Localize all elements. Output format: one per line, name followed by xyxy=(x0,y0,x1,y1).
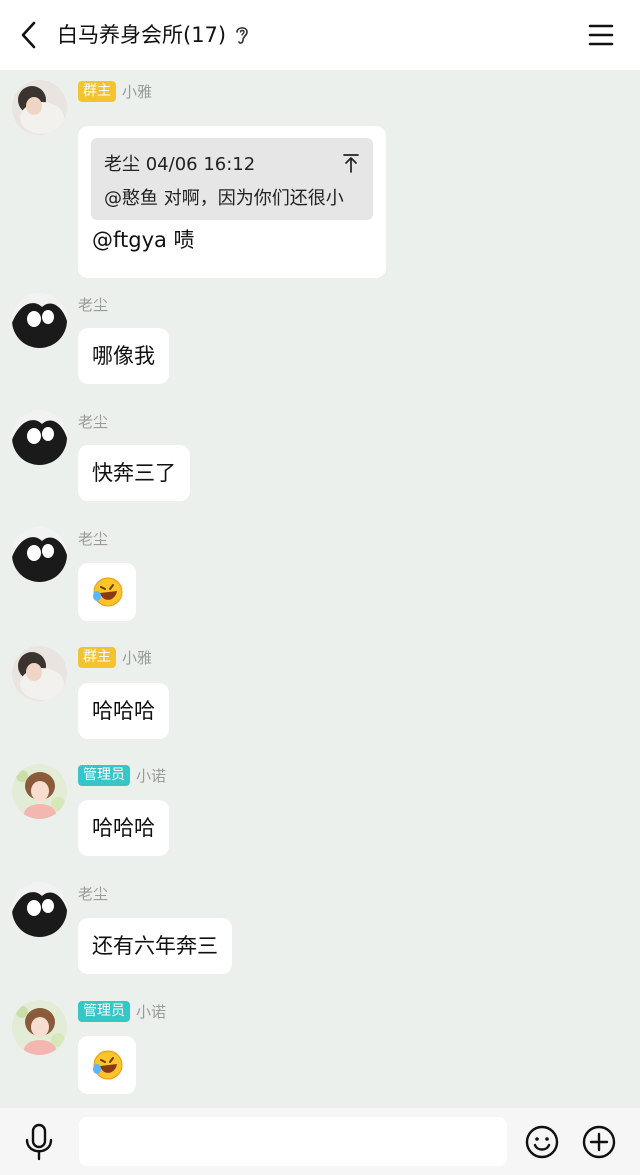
quote-text: @憨鱼 对啊，因为你们还很小 xyxy=(104,188,344,209)
message-bubble[interactable]: 快奔三了 xyxy=(78,445,190,501)
message-meta: 管理员 小诺 xyxy=(78,764,166,786)
input-bar xyxy=(0,1108,640,1175)
message-meta: 老尘 xyxy=(78,882,108,904)
message-text: 哈哈哈 xyxy=(92,699,155,723)
chat-message: 老尘 还有六年奔三 xyxy=(0,882,640,974)
message-text: @ftgya 啧 xyxy=(92,228,195,252)
sender-name[interactable]: 小雅 xyxy=(122,647,152,668)
sender-name[interactable]: 老尘 xyxy=(78,411,108,432)
menu-icon[interactable] xyxy=(586,20,616,50)
message-bubble[interactable] xyxy=(78,1036,136,1094)
mic-icon[interactable] xyxy=(22,1123,56,1161)
quote-header: 老尘 04/06 16:12 xyxy=(104,154,256,175)
avatar-xiaonuo[interactable] xyxy=(12,1000,67,1055)
avatar-xiaoya[interactable] xyxy=(12,646,67,701)
plus-icon[interactable] xyxy=(582,1125,616,1159)
message-bubble[interactable]: 老尘 04/06 16:12 @憨鱼 对啊，因为你们还很小 @ftgya 啧 xyxy=(78,126,386,278)
message-meta: 管理员 小诺 xyxy=(78,1000,166,1022)
message-text: 哈哈哈 xyxy=(92,816,155,840)
sender-name[interactable]: 老尘 xyxy=(78,883,108,904)
message-meta: 群主 小雅 xyxy=(78,80,152,102)
avatar-laochen[interactable] xyxy=(12,882,67,937)
owner-badge: 群主 xyxy=(78,646,116,668)
message-meta: 群主 小雅 xyxy=(78,646,152,668)
laughing-tears-emoji xyxy=(93,1050,123,1080)
chat-message: 老尘 哪像我 xyxy=(0,293,640,385)
message-meta: 老尘 xyxy=(78,410,108,432)
chat-message: 群主 小雅 老尘 04/06 16:12 @憨鱼 对啊，因为你们还很小 @ftg… xyxy=(0,80,640,280)
message-meta: 老尘 xyxy=(78,293,108,315)
sender-name[interactable]: 小雅 xyxy=(122,81,152,102)
admin-badge: 管理员 xyxy=(78,1000,130,1022)
message-bubble[interactable]: 哈哈哈 xyxy=(78,800,169,856)
emoji-icon[interactable] xyxy=(525,1125,559,1159)
sender-name[interactable]: 老尘 xyxy=(78,294,108,315)
message-text: 还有六年奔三 xyxy=(92,934,218,958)
message-bubble[interactable]: 哈哈哈 xyxy=(78,683,169,739)
chat-message: 管理员 小诺 哈哈哈 xyxy=(0,764,640,856)
chat-message: 老尘 xyxy=(0,527,640,623)
avatar-xiaoya[interactable] xyxy=(12,80,67,135)
back-icon[interactable] xyxy=(12,17,48,53)
pin-icon[interactable] xyxy=(343,152,359,174)
sender-name[interactable]: 小诺 xyxy=(136,765,166,786)
avatar-laochen[interactable] xyxy=(12,410,67,465)
message-bubble[interactable]: 哪像我 xyxy=(78,328,169,384)
message-input[interactable] xyxy=(79,1117,507,1166)
quoted-message[interactable]: 老尘 04/06 16:12 @憨鱼 对啊，因为你们还很小 xyxy=(91,138,373,220)
avatar-laochen[interactable] xyxy=(12,527,67,582)
chat-message-list[interactable]: 群主 小雅 老尘 04/06 16:12 @憨鱼 对啊，因为你们还很小 @ftg… xyxy=(0,70,640,1108)
ear-icon[interactable] xyxy=(233,24,251,46)
chat-message: 群主 小雅 哈哈哈 xyxy=(0,646,640,739)
laughing-tears-emoji xyxy=(93,577,123,607)
top-bar: 白马养身会所(17) xyxy=(0,0,640,70)
message-text: 哪像我 xyxy=(92,344,155,368)
message-bubble[interactable]: 还有六年奔三 xyxy=(78,918,232,974)
chat-message: 管理员 小诺 xyxy=(0,1000,640,1096)
chat-message: 老尘 快奔三了 xyxy=(0,410,640,502)
message-text: 快奔三了 xyxy=(92,461,176,485)
message-meta: 老尘 xyxy=(78,527,108,549)
avatar-xiaonuo[interactable] xyxy=(12,764,67,819)
message-bubble[interactable] xyxy=(78,563,136,621)
owner-badge: 群主 xyxy=(78,80,116,102)
avatar-laochen[interactable] xyxy=(12,293,67,348)
chat-title[interactable]: 白马养身会所(17) xyxy=(57,19,226,51)
sender-name[interactable]: 小诺 xyxy=(136,1001,166,1022)
admin-badge: 管理员 xyxy=(78,764,130,786)
sender-name[interactable]: 老尘 xyxy=(78,528,108,549)
